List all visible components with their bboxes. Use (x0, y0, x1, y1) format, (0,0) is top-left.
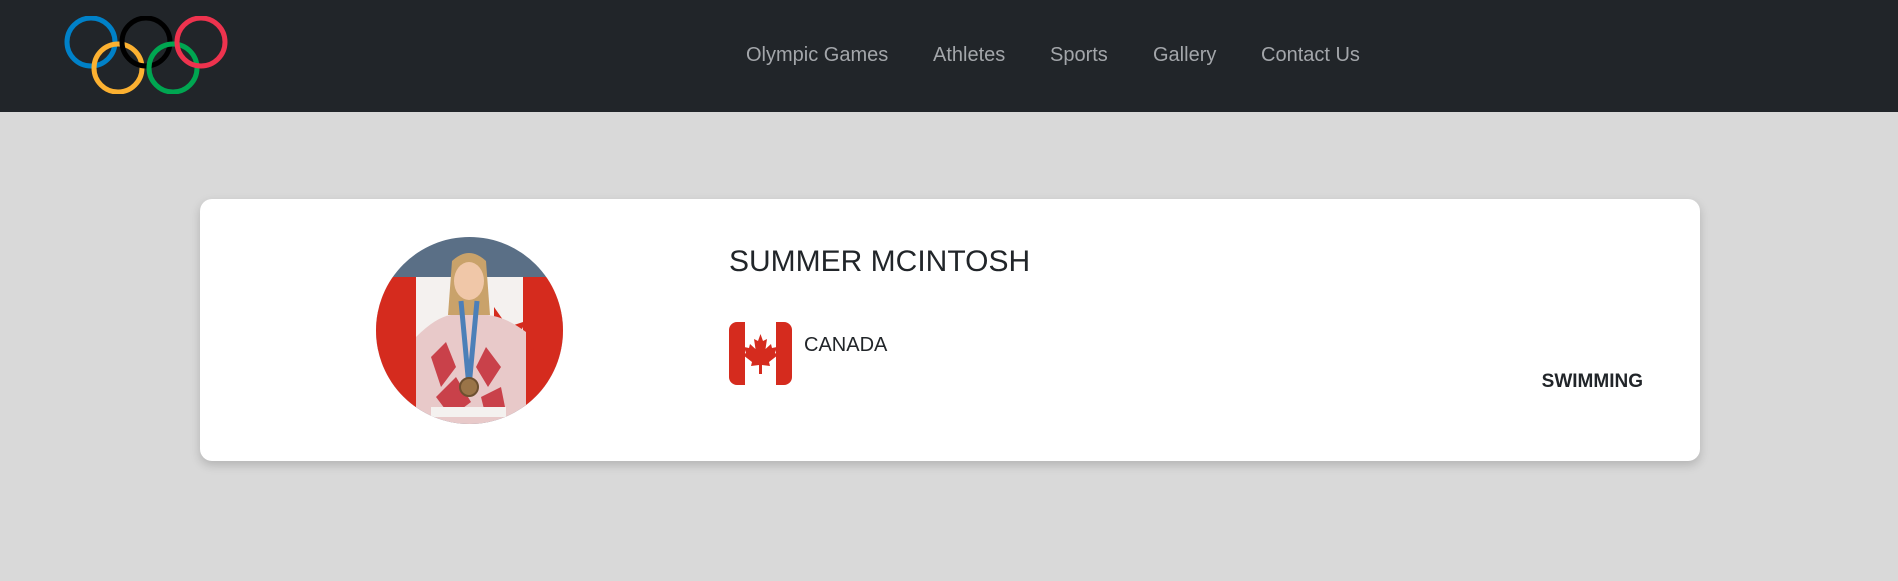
athlete-card: SUMMER MCINTOSH CANADA SWIMMING (200, 199, 1700, 461)
nav-links: Olympic Games Athletes Sports Gallery Co… (0, 0, 1898, 112)
athlete-name: SUMMER MCINTOSH (729, 245, 1031, 278)
nav-link-athletes[interactable]: Athletes (933, 44, 1005, 66)
nav-link-contact-us[interactable]: Contact Us (1261, 44, 1360, 66)
canada-flag-icon (729, 322, 792, 385)
athlete-avatar (376, 237, 563, 424)
nav-link-gallery[interactable]: Gallery (1153, 44, 1216, 66)
nav-link-olympic-games[interactable]: Olympic Games (746, 44, 888, 66)
top-navbar: Olympic Games Athletes Sports Gallery Co… (0, 0, 1898, 112)
athlete-country: CANADA (804, 334, 888, 356)
athlete-sport: SWIMMING (1541, 371, 1643, 392)
nav-link-sports[interactable]: Sports (1050, 44, 1108, 66)
